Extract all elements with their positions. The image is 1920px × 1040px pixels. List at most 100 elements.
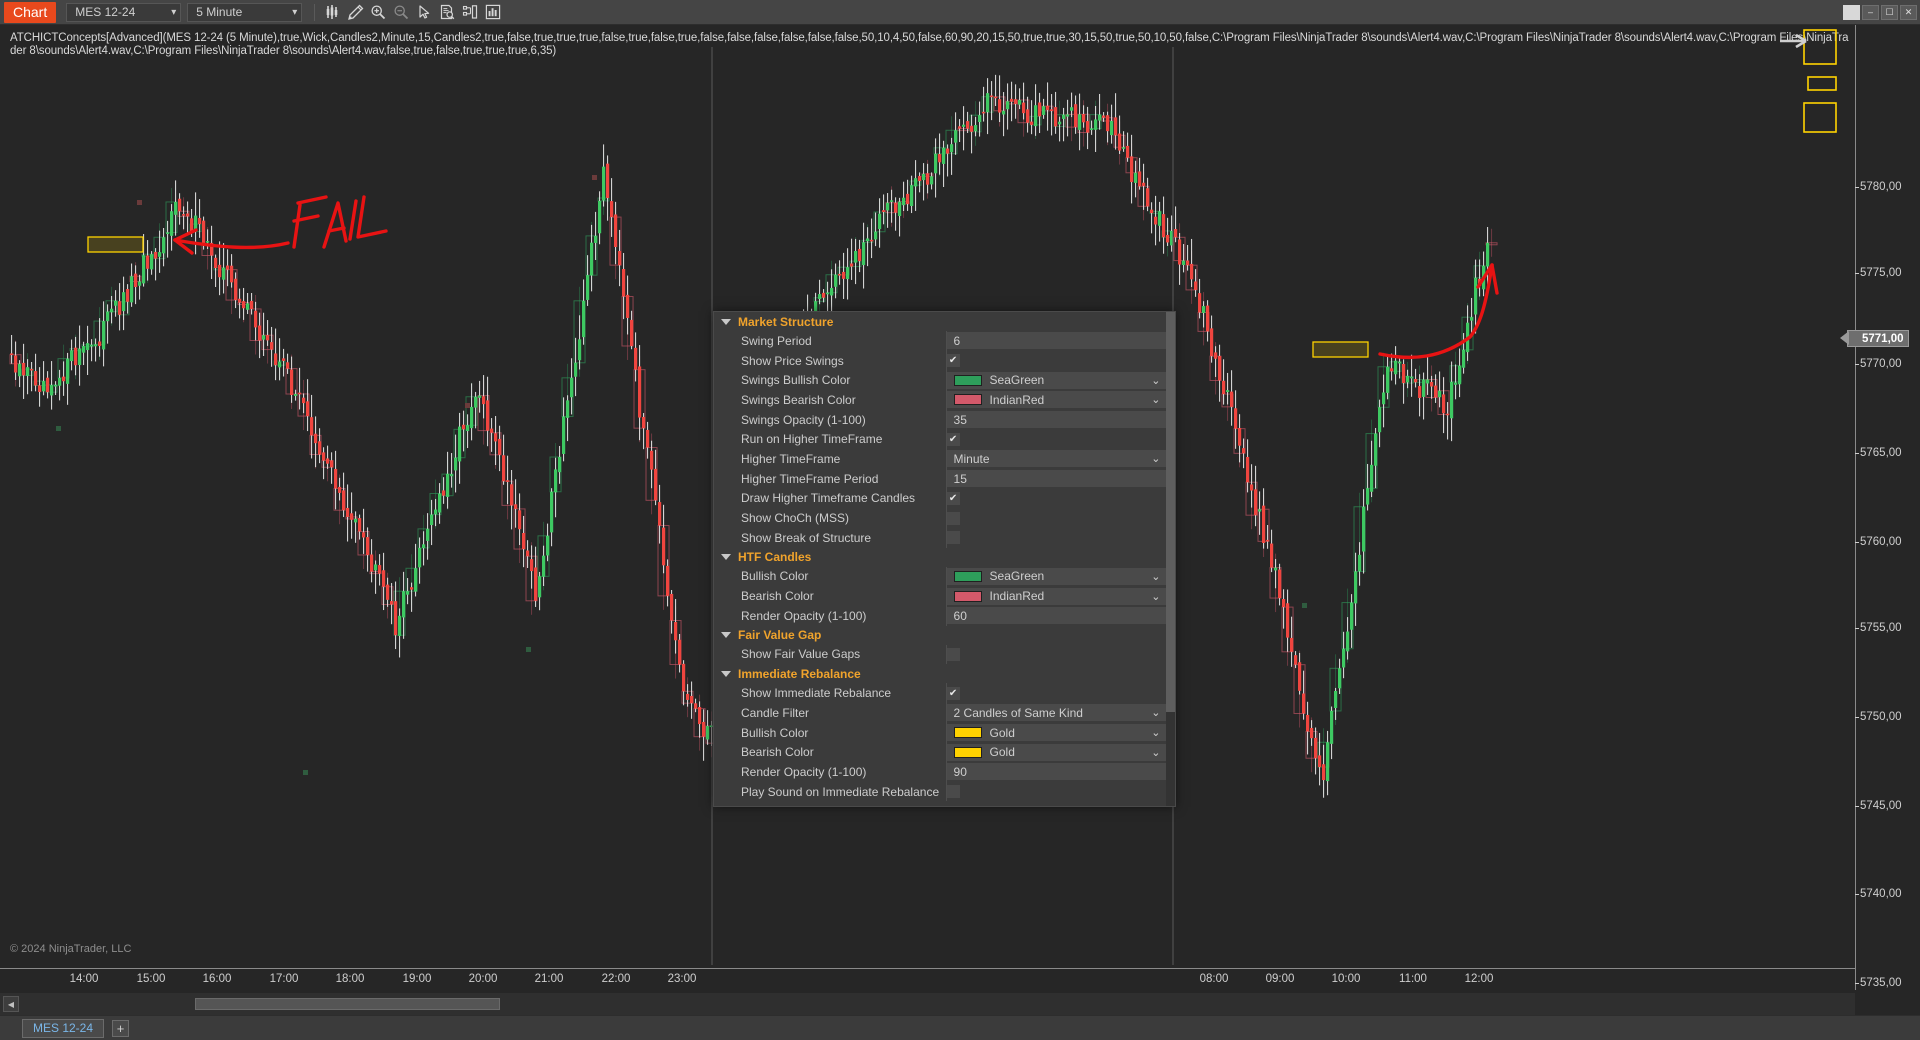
time-axis-tick: 10:00	[1331, 973, 1361, 985]
settings-row: Bullish Color Gold ⌄	[714, 722, 1169, 743]
settings-row-value: ✔	[946, 686, 1169, 700]
settings-color-picker[interactable]: Gold ⌄	[946, 743, 1166, 761]
settings-checkbox[interactable]: ✔	[946, 686, 960, 700]
settings-number-input[interactable]: 6	[946, 332, 1166, 350]
chevron-down-icon[interactable]	[721, 670, 731, 677]
window-minimize-button[interactable]: –	[1862, 4, 1879, 20]
settings-color-picker[interactable]: Gold ⌄	[946, 724, 1166, 742]
chevron-down-icon: ⌄	[1151, 746, 1161, 759]
settings-row: Bullish Color SeaGreen ⌄	[714, 566, 1169, 587]
settings-group-header[interactable]: Fair Value Gap	[714, 626, 1169, 645]
chart-trader-panel-icon[interactable]	[459, 2, 481, 23]
settings-row-label: Bearish Color	[741, 745, 814, 760]
settings-row-label: Bearish Color	[741, 589, 814, 604]
settings-row: Swing Period 6	[714, 331, 1169, 351]
chevron-down-icon[interactable]	[721, 632, 731, 639]
tab-mes-12-24[interactable]: MES 12-24	[22, 1018, 105, 1038]
settings-row-value	[946, 531, 1169, 545]
last-price-marker: 5771,00	[1840, 330, 1909, 347]
price-axis-tick: 5770,00	[1855, 358, 1902, 370]
drawing-tools-pencil-icon[interactable]	[344, 2, 366, 23]
settings-dropdown[interactable]: Minute ⌄	[946, 450, 1166, 468]
settings-color-picker[interactable]: IndianRed ⌄	[946, 391, 1166, 409]
settings-row-value: Minute ⌄	[946, 450, 1169, 468]
chart-type-icon[interactable]	[321, 2, 343, 23]
indicator-settings-panel[interactable]: Market Structure Swing Period 6 Show Price …	[713, 311, 1176, 807]
settings-scrollbar[interactable]	[1166, 312, 1175, 806]
settings-row: Higher TimeFrame Period 15	[714, 468, 1169, 489]
settings-checkbox[interactable]: ✔	[946, 491, 960, 505]
color-name-label: SeaGreen	[989, 569, 1045, 584]
settings-row-value: ✔	[946, 432, 1169, 446]
settings-color-picker[interactable]: SeaGreen ⌄	[946, 567, 1166, 585]
price-axis-tick: 5765,00	[1855, 447, 1902, 459]
color-name-label: IndianRed	[989, 392, 1045, 407]
settings-row: Show ChoCh (MSS)	[714, 508, 1169, 528]
scrollbar-track[interactable]	[20, 998, 1851, 1010]
chart-horizontal-scrollbar[interactable]: ◀	[0, 993, 1855, 1015]
indicators-icon[interactable]	[482, 2, 504, 23]
settings-checkbox[interactable]: ✔	[946, 354, 960, 368]
settings-group-label: Immediate Rebalance	[738, 666, 861, 681]
instrument-selector-label: MES 12-24	[75, 5, 136, 19]
time-axis-tick: 23:00	[667, 973, 697, 985]
chevron-down-icon: ⌄	[1151, 727, 1161, 740]
data-box-icon[interactable]	[436, 2, 458, 23]
chevron-down-icon[interactable]	[721, 554, 731, 561]
scrollbar-thumb[interactable]	[195, 998, 500, 1010]
price-axis-tick: 5735,00	[1855, 977, 1902, 989]
settings-row-label: Swing Period	[741, 333, 812, 348]
settings-group-header[interactable]: Immediate Rebalance	[714, 664, 1169, 683]
settings-color-picker[interactable]: IndianRed ⌄	[946, 587, 1166, 605]
cursor-pointer-icon[interactable]	[413, 2, 435, 23]
settings-row-label: Bullish Color	[741, 725, 809, 740]
window-restore-small-button[interactable]	[1843, 4, 1860, 20]
settings-checkbox[interactable]	[946, 511, 960, 525]
settings-row-value: 15	[946, 470, 1169, 488]
settings-row-value: 35	[946, 411, 1169, 429]
settings-checkbox[interactable]	[946, 785, 960, 799]
settings-row-label: Render Opacity (1-100)	[741, 608, 867, 623]
color-name-label: SeaGreen	[989, 373, 1045, 388]
settings-row: Show Immediate Rebalance ✔	[714, 683, 1169, 703]
settings-group-header[interactable]: HTF Candles	[714, 548, 1169, 567]
time-axis-tick: 15:00	[136, 973, 166, 985]
chevron-down-icon[interactable]	[721, 318, 731, 325]
settings-scrollbar-thumb[interactable]	[1166, 312, 1175, 712]
zoom-out-icon[interactable]	[390, 2, 412, 23]
settings-number-input[interactable]: 15	[946, 470, 1166, 488]
settings-row-value: 6	[946, 332, 1169, 350]
settings-group-header[interactable]: Market Structure	[714, 312, 1169, 331]
chevron-down-icon: ⌄	[1151, 394, 1161, 407]
settings-number-input[interactable]: 35	[946, 411, 1166, 429]
chart-app-badge[interactable]: Chart	[4, 1, 57, 23]
settings-checkbox[interactable]	[946, 647, 960, 661]
dropdown-value-label: Minute	[953, 451, 990, 466]
settings-row-value: SeaGreen ⌄	[946, 371, 1169, 389]
instrument-selector[interactable]: MES 12-24 ▾	[66, 2, 182, 22]
price-axis-tick: 5755,00	[1855, 622, 1902, 634]
scroll-left-arrow-icon[interactable]: ◀	[3, 996, 19, 1012]
settings-row: Draw Higher Timeframe Candles ✔	[714, 488, 1169, 509]
price-axis[interactable]: 5780,00 5775,00 5770,00 5765,00 5760,00 5755,…	[1840, 25, 1920, 990]
add-tab-button[interactable]: +	[112, 1019, 130, 1037]
interval-selector[interactable]: 5 Minute ▾	[187, 2, 303, 22]
time-axis[interactable]: 14:00 15:00 16:00 17:00 18:00 19:00 20:00 21:00…	[0, 968, 1855, 990]
settings-row-value: IndianRed ⌄	[946, 391, 1169, 409]
settings-dropdown[interactable]: 2 Candles of Same Kind ⌄	[946, 704, 1166, 722]
window-close-button[interactable]: ✕	[1900, 4, 1917, 20]
settings-checkbox[interactable]	[946, 531, 960, 545]
toolbar-divider	[314, 3, 316, 21]
settings-color-picker[interactable]: SeaGreen ⌄	[946, 371, 1166, 389]
settings-row-value: Gold ⌄	[946, 743, 1169, 761]
zoom-in-icon[interactable]	[367, 2, 389, 23]
settings-checkbox[interactable]: ✔	[946, 432, 960, 446]
settings-row-value: ✔	[946, 354, 1169, 368]
dropdown-value-label: 2 Candles of Same Kind	[953, 705, 1083, 720]
settings-row-label: Higher TimeFrame Period	[741, 471, 879, 486]
window-maximize-button[interactable]: ☐	[1881, 4, 1898, 20]
color-swatch	[953, 374, 982, 386]
settings-number-input[interactable]: 60	[946, 607, 1166, 625]
settings-number-input[interactable]: 90	[946, 763, 1166, 781]
interval-selector-label: 5 Minute	[196, 5, 243, 19]
